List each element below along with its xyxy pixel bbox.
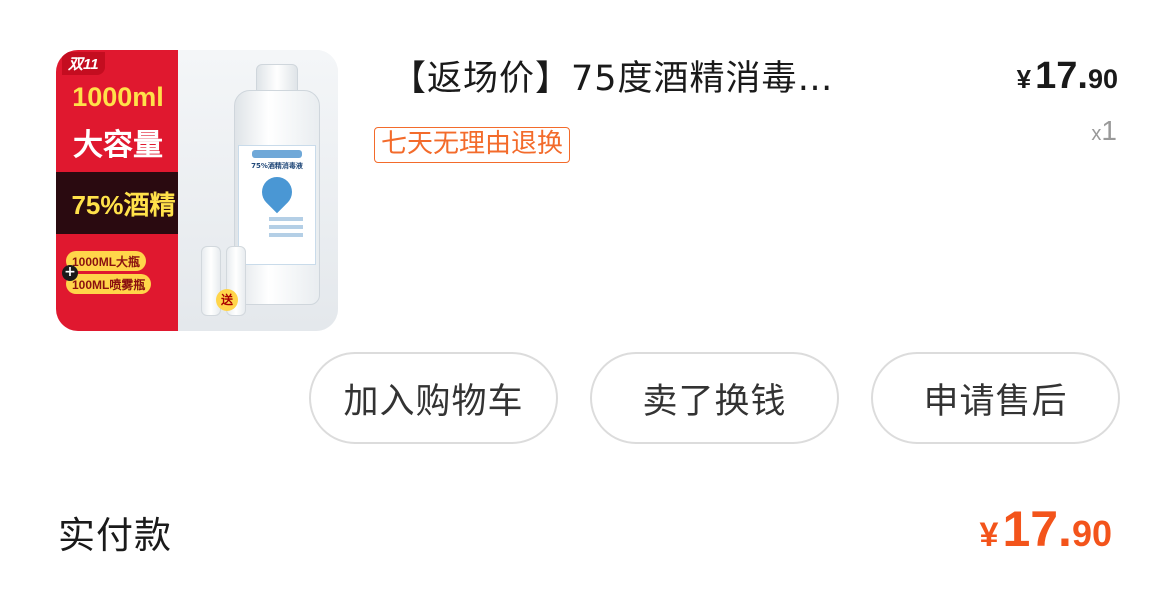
- total-decimal: 90: [1071, 513, 1112, 554]
- label-lines: [269, 217, 303, 221]
- pill-large-bottle: 1000ML大瓶: [66, 251, 147, 271]
- brand-mark: [252, 150, 302, 158]
- product-thumbnail[interactable]: 双11 1000ml 大容量 1000ML大瓶 100ML喷雾瓶 + 75%酒精…: [56, 50, 338, 331]
- alcohol-band: 75%酒精: [56, 172, 191, 234]
- plus-icon: +: [62, 265, 78, 281]
- quantity-prefix: x: [1091, 123, 1102, 145]
- currency-symbol: ¥: [979, 516, 999, 554]
- gift-badge: 送: [216, 289, 238, 311]
- actual-payment-amount: ¥17.90: [980, 500, 1112, 558]
- return-policy-badge: 七天无理由退换: [374, 127, 571, 163]
- price-integer: 17.: [1035, 55, 1088, 97]
- capacity-text: 大容量: [73, 128, 163, 163]
- pill-spray-bottle: 100ML喷雾瓶: [66, 274, 152, 294]
- add-to-cart-button[interactable]: 加入购物车: [309, 352, 558, 444]
- price-decimal: 90: [1087, 64, 1118, 94]
- actual-payment-label: 实付款: [58, 514, 172, 557]
- volume-text: 1000ml: [72, 82, 164, 112]
- alcohol-text: 75%酒精: [71, 189, 176, 220]
- double11-tag: 双11: [62, 52, 105, 75]
- bottle-label: 75%酒精消毒液: [238, 145, 316, 265]
- quantity-count: 1: [1101, 115, 1117, 146]
- total-integer: 17.: [1002, 501, 1072, 557]
- bottle-label-text: 75%酒精消毒液: [251, 162, 303, 170]
- product-title[interactable]: 【返场价】75度酒精消毒…: [391, 56, 834, 102]
- quantity: x1: [1091, 115, 1117, 147]
- currency-symbol: ¥: [1016, 64, 1032, 94]
- droplet-icon: [255, 170, 299, 214]
- resell-button[interactable]: 卖了换钱: [590, 352, 839, 444]
- after-sales-button[interactable]: 申请售后: [871, 352, 1120, 444]
- unit-price: ¥17.90: [1017, 55, 1118, 98]
